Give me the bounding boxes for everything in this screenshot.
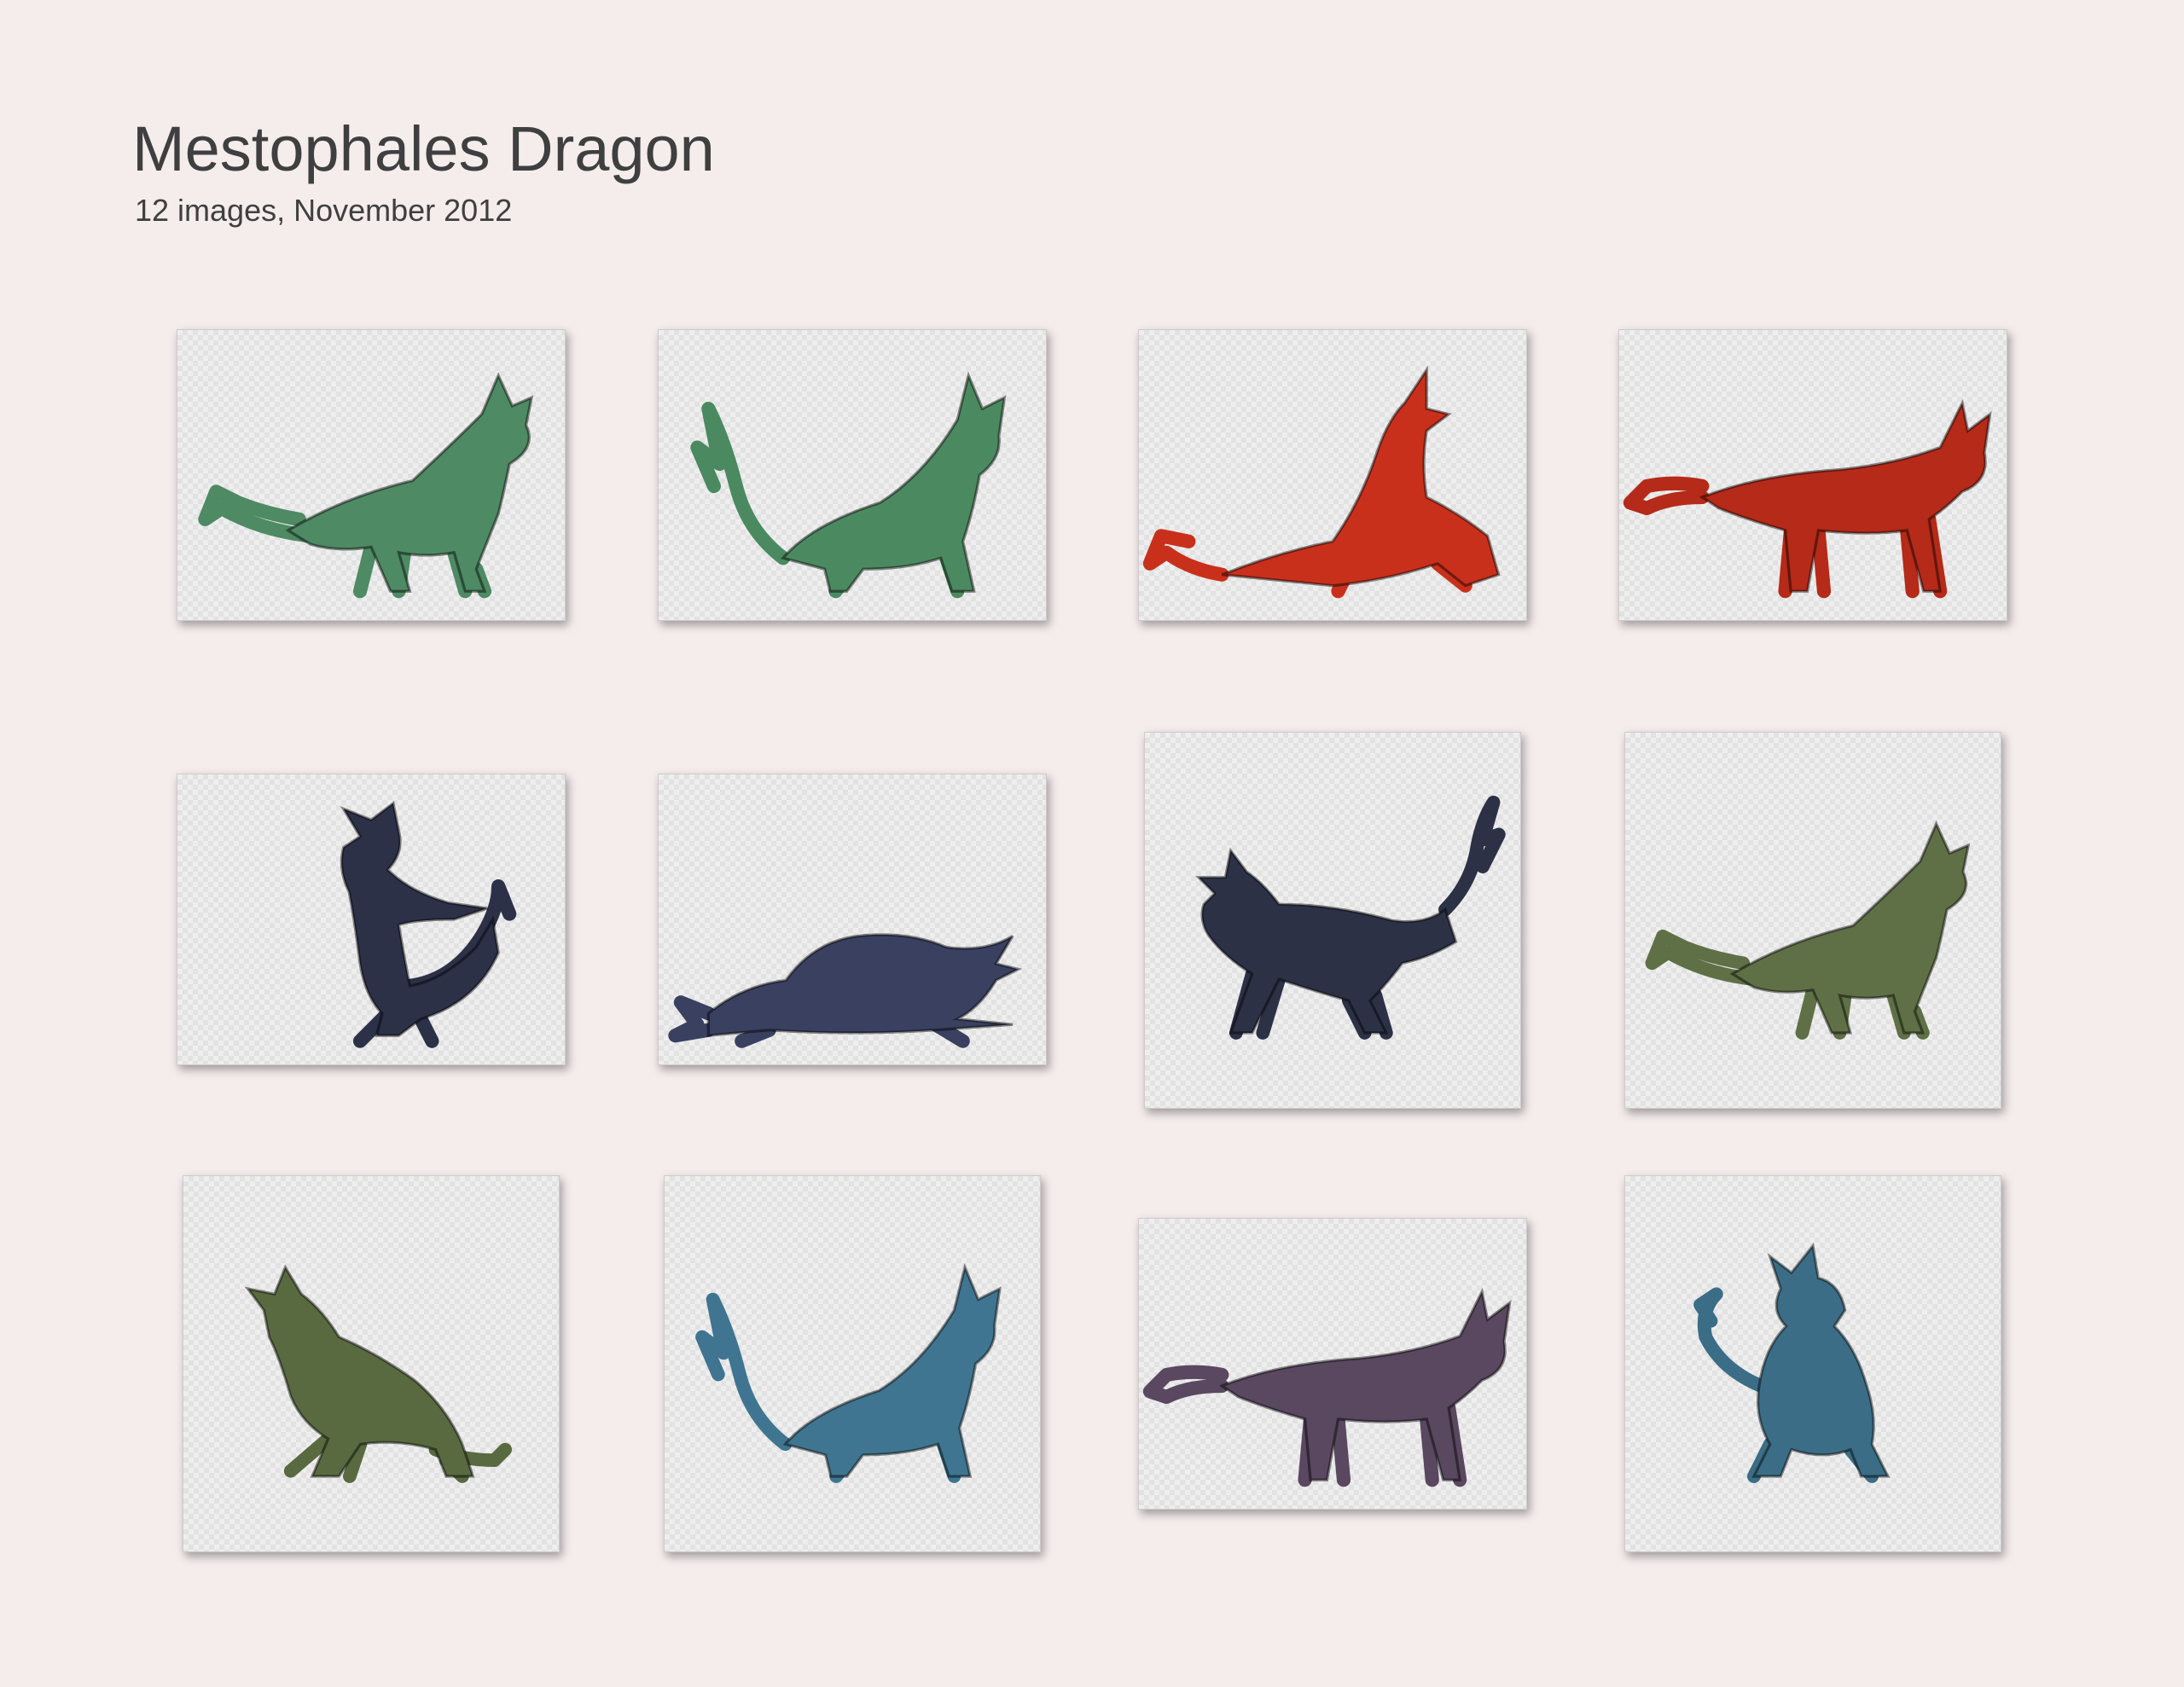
thumbnail-image[interactable] [1618,329,2007,621]
dragon-body [1221,365,1501,588]
thumbnail-image[interactable] [183,1175,560,1552]
thumbnail-image[interactable] [1144,732,1521,1109]
dragon-leg [352,540,379,599]
dragon-tail [1623,476,1710,516]
dragon-body [781,371,1007,593]
thumbnail-image[interactable] [658,329,1047,621]
thumbnail-image[interactable] [1138,329,1527,621]
album-title: Mestophales Dragon [132,113,715,184]
dragon-body [706,933,1023,1037]
dragon-figure [1142,1287,1512,1487]
thumbnail-image[interactable] [658,774,1047,1065]
dragon-body [340,800,500,1037]
dragon-figure [340,800,517,1048]
dragon-tail [668,995,716,1043]
dragon-figure [1142,365,1501,599]
thumbnail-image[interactable] [1624,1175,2001,1552]
thumbnail-image[interactable] [1138,1218,1527,1510]
dragon-tail [1438,795,1506,917]
album-header: Mestophales Dragon 12 images, November 2… [132,118,715,229]
dragon-leg [1811,523,1832,599]
dragon-body [1699,398,1992,593]
dragon-body [782,1262,1002,1478]
thumbnail-image[interactable] [1624,732,2001,1109]
dragon-figure [244,1264,512,1483]
dragon-figure [695,1262,1002,1483]
dragon-tail [695,1292,793,1452]
dragon-body [1751,1242,1891,1478]
thumbnail-image[interactable] [664,1175,1041,1552]
thumbnail-image[interactable] [177,774,566,1065]
thumbnail-image[interactable] [177,329,566,621]
dragon-tail [690,402,791,565]
dragon-figure [1195,795,1506,1040]
dragon-figure [198,372,534,599]
dragon-figure [690,371,1007,599]
dragon-figure [1645,820,1971,1040]
dragon-tail [1142,529,1229,582]
dragon-figure [1693,1242,1891,1483]
dragon-figure [1623,398,1992,599]
dragon-tail [1693,1287,1766,1392]
dragon-body [244,1264,475,1478]
dragon-figure [668,933,1023,1048]
dragon-leg [1795,983,1820,1040]
dragon-leg [414,1012,439,1048]
dragon-tail [1142,1365,1229,1405]
dragon-body [1218,1287,1512,1481]
album-subtitle: 12 images, November 2012 [135,193,513,228]
dragon-leg [1331,1412,1351,1487]
